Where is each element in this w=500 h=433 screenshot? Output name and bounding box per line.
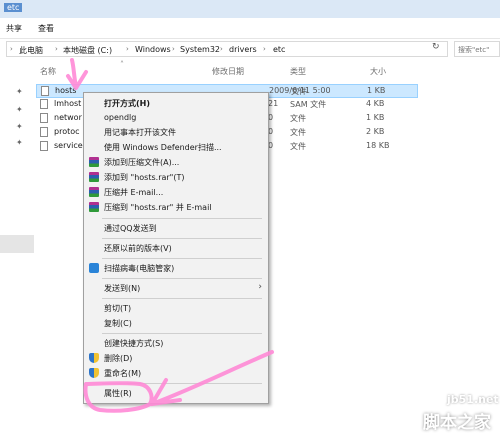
watermark-site: jb51.net: [447, 393, 499, 406]
annotation-arrow-down: [66, 58, 88, 90]
watermark-brand: 脚本之家: [423, 413, 491, 433]
annotation-arrow-left: [150, 350, 274, 406]
annotation-circle: [83, 381, 154, 413]
annotation-overlay: [66, 58, 274, 413]
